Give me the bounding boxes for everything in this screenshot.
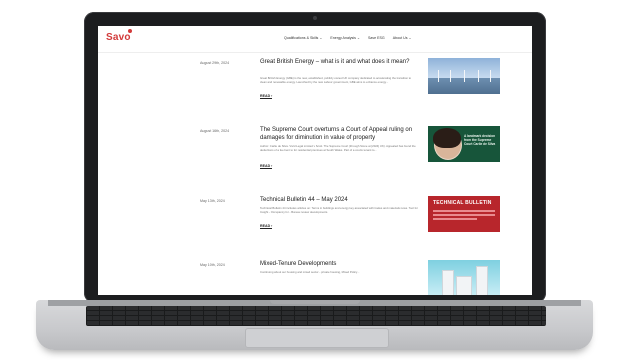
laptop-trackpad xyxy=(245,328,389,348)
logo-dot-icon xyxy=(128,29,132,33)
article-item: May 10th, 2024 Mixed-Tenure Developments… xyxy=(98,258,532,295)
article-thumbnail-portrait[interactable]: A landmark decision from the Supreme Cou… xyxy=(428,126,500,162)
article-title[interactable]: The Supreme Court overturns a Court of A… xyxy=(260,127,420,142)
article-date: August 29th, 2024 xyxy=(200,61,230,65)
nav-item-qualifications[interactable]: Qualifications & Skills ⌄ xyxy=(284,36,322,40)
read-more-link[interactable]: READ › xyxy=(260,94,273,99)
main-nav: Qualifications & Skills ⌄ Energy Analysi… xyxy=(284,36,412,40)
thumbnail-caption: A landmark decision from the Supreme Cou… xyxy=(464,134,496,146)
article-excerpt: Author: Carlie de Silva. Vivid Legal Lim… xyxy=(260,144,416,152)
read-more-link[interactable]: READ › xyxy=(260,164,273,169)
nav-item-about-us[interactable]: About Us ⌄ xyxy=(393,36,412,40)
site-header: Savo Qualifications & Skills ⌄ Energy An… xyxy=(98,26,532,53)
laptop-keyboard xyxy=(86,306,546,326)
article-item: May 13th, 2024 Technical Bulletin 44 – M… xyxy=(98,194,532,260)
article-thumbnail-wind-turbines[interactable] xyxy=(428,58,500,94)
article-item: August 29th, 2024 Great British Energy –… xyxy=(98,56,532,122)
article-date: August 16th, 2024 xyxy=(200,129,230,133)
article-date: May 10th, 2024 xyxy=(200,263,225,267)
article-thumbnail-buildings[interactable] xyxy=(428,260,500,295)
article-title[interactable]: Mixed-Tenure Developments xyxy=(260,261,420,269)
article-item: August 16th, 2024 The Supreme Court over… xyxy=(98,124,532,190)
nav-item-energy-analysis[interactable]: Energy Analysis ⌄ xyxy=(330,36,360,40)
article-date: May 13th, 2024 xyxy=(200,199,225,203)
article-excerpt: Continuing about our housing and mixed s… xyxy=(260,270,360,274)
laptop-screen: Savo Qualifications & Skills ⌄ Energy An… xyxy=(98,26,532,295)
webcam-icon xyxy=(313,16,317,20)
article-excerpt: Great British Energy (GBE) is the new, e… xyxy=(260,76,412,84)
laptop-lid-notch xyxy=(270,300,360,304)
article-excerpt: Technical Bulletin 44 includes articles … xyxy=(260,206,418,214)
bulletin-title: TECHNICAL BULLETIN xyxy=(433,200,492,206)
read-more-link[interactable]: READ › xyxy=(260,224,273,229)
laptop-lid: Savo Qualifications & Skills ⌄ Energy An… xyxy=(84,12,546,303)
article-title[interactable]: Technical Bulletin 44 – May 2024 xyxy=(260,197,420,205)
article-title[interactable]: Great British Energy – what is it and wh… xyxy=(260,59,420,67)
nav-item-save-esg[interactable]: Save ESG xyxy=(368,36,385,40)
site-logo[interactable]: Savo xyxy=(106,32,131,43)
article-thumbnail-bulletin[interactable]: TECHNICAL BULLETIN xyxy=(428,196,500,232)
